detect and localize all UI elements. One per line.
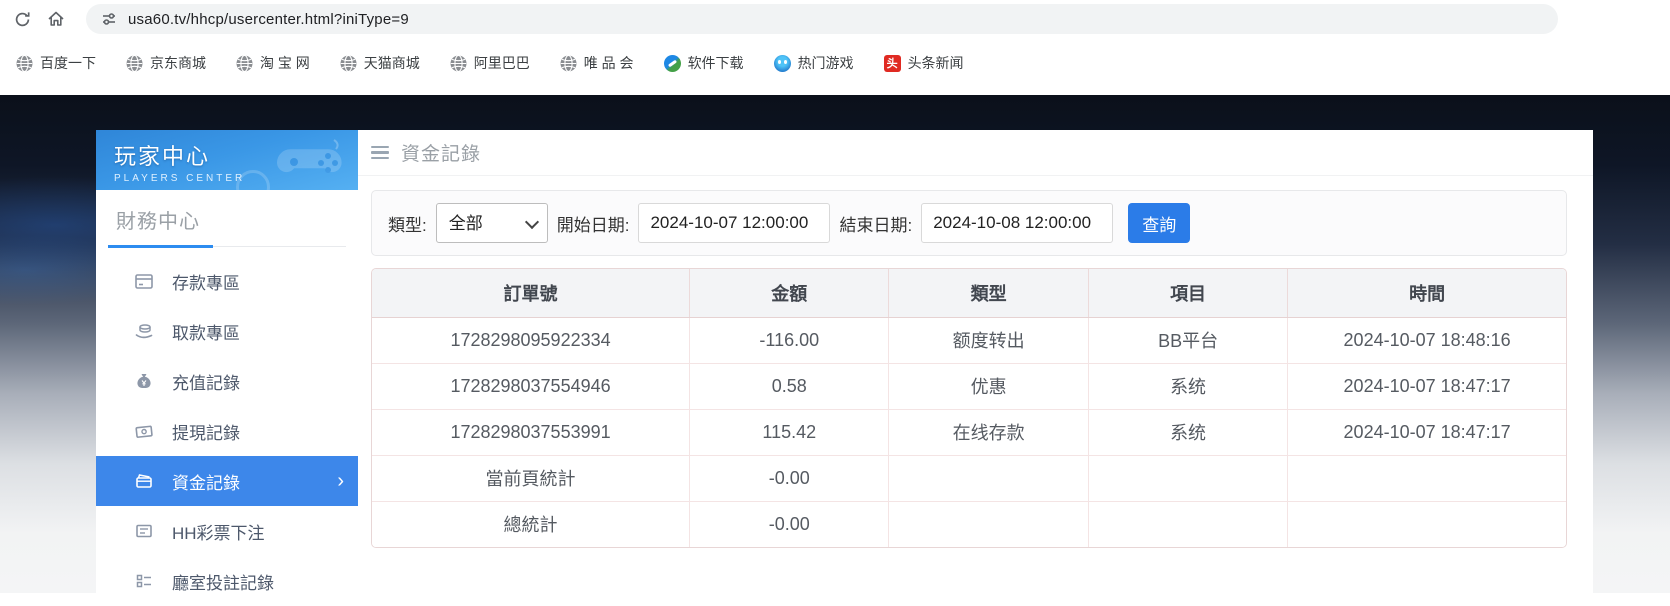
start-date-input[interactable] — [638, 203, 830, 243]
home-icon — [46, 9, 66, 29]
column-header-order-no: 訂單號 — [372, 269, 690, 317]
sidebar-item-withdraw-zone[interactable]: 取款專區 — [96, 306, 358, 356]
bookmark-hot-games[interactable]: 热门游戏 — [774, 53, 854, 73]
sidebar-item-recharge-records[interactable]: 充值記錄 — [96, 356, 358, 406]
table-row: 1728298095922334 -116.00 额度转出 BB平台 2024-… — [372, 317, 1566, 363]
bookmark-toutiao[interactable]: 头 头条新闻 — [884, 53, 964, 73]
cell-item: 系统 — [1088, 409, 1287, 455]
browser-toolbar: usa60.tv/hhcp/usercenter.html?iniType=9 — [0, 0, 1670, 38]
cell-order-no: 1728298037554946 — [372, 363, 690, 409]
globe-icon — [340, 55, 357, 72]
cell-time: 2024-10-07 18:47:17 — [1288, 363, 1566, 409]
cell-amount: 115.42 — [690, 409, 889, 455]
filter-bar: 類型: 全部 開始日期: 結束日期: 查詢 — [371, 190, 1567, 256]
table-row: 1728298037553991 115.42 在线存款 系统 2024-10-… — [372, 409, 1566, 455]
bookmark-alibaba[interactable]: 阿里巴巴 — [450, 53, 530, 73]
reload-button[interactable] — [10, 7, 34, 31]
column-header-time: 時間 — [1288, 269, 1566, 317]
bookmarks-bar: 百度一下 京东商城 淘 宝 网 天猫商城 阿里巴巴 唯 品 会 软件下载 热门 — [0, 40, 1670, 86]
menu-toggle-icon[interactable] — [371, 146, 389, 160]
table-row: 1728298037554946 0.58 优惠 系统 2024-10-07 1… — [372, 363, 1566, 409]
type-label: 類型: — [388, 211, 427, 236]
globe-icon — [16, 55, 33, 72]
software-download-icon — [664, 55, 681, 72]
cell-time: 2024-10-07 18:48:16 — [1288, 317, 1566, 363]
section-label: 財務中心 — [116, 211, 200, 233]
globe-icon — [560, 55, 577, 72]
hand-money-icon — [134, 321, 154, 341]
site-settings-icon — [100, 10, 118, 28]
home-button[interactable] — [44, 7, 68, 31]
content-panel: 玩家中心 PLAYERS CENTER 財務中心 存款專區 — [96, 130, 1593, 593]
sidebar-item-withdrawal-records[interactable]: 提現記錄 — [96, 406, 358, 456]
funds-table: 訂單號 金額 類型 項目 時間 1728298095922334 -116.00… — [371, 268, 1567, 548]
type-select[interactable]: 全部 — [436, 203, 548, 243]
cell-type: 额度转出 — [889, 317, 1088, 363]
cell-order-no: 1728298037553991 — [372, 409, 690, 455]
page-background: 玩家中心 PLAYERS CENTER 財務中心 存款專區 — [0, 95, 1670, 593]
start-date-label: 開始日期: — [557, 211, 630, 236]
players-center-header: 玩家中心 PLAYERS CENTER — [96, 130, 358, 190]
sidebar-item-hall-bet-records[interactable]: 廳室投註記錄 — [96, 556, 358, 606]
bookmark-taobao[interactable]: 淘 宝 网 — [236, 53, 310, 73]
cell-time: 2024-10-07 18:47:17 — [1288, 409, 1566, 455]
hot-games-icon — [774, 55, 791, 72]
column-header-type: 類型 — [889, 269, 1088, 317]
deposit-window-icon — [134, 271, 154, 291]
type-select-wrap: 全部 — [436, 203, 548, 243]
cell-type: 在线存款 — [889, 409, 1088, 455]
sidebar: 玩家中心 PLAYERS CENTER 財務中心 存款專區 — [96, 130, 358, 593]
gamepad-icon — [272, 136, 350, 188]
banknote-icon — [134, 421, 154, 441]
page-header: 資金記錄 — [358, 130, 1593, 176]
cell-item: 系统 — [1088, 363, 1287, 409]
sidebar-section-finance: 財務中心 — [108, 190, 346, 247]
page-title: 資金記錄 — [401, 139, 481, 166]
bookmark-jd[interactable]: 京东商城 — [126, 53, 206, 73]
sidebar-item-hh-lottery-bets[interactable]: HH彩票下注 — [96, 506, 358, 556]
sidebar-item-funds-records[interactable]: 資金記錄 › — [96, 456, 358, 506]
main-content: 資金記錄 類型: 全部 開始日期: 結束日期: 查詢 — [358, 130, 1593, 593]
sidebar-menu: 存款專區 取款專區 充值記錄 提現記錄 資金記錄 › — [96, 256, 358, 606]
bookmark-baidu[interactable]: 百度一下 — [16, 53, 96, 73]
cell-page-total-amount: -0.00 — [690, 455, 889, 501]
url-text: usa60.tv/hhcp/usercenter.html?iniType=9 — [128, 11, 409, 28]
cell-grand-total-amount: -0.00 — [690, 501, 889, 547]
cell-amount: 0.58 — [690, 363, 889, 409]
bookmark-software-download[interactable]: 软件下载 — [664, 53, 744, 73]
wallet-cards-icon — [134, 471, 154, 491]
globe-icon — [450, 55, 467, 72]
bookmark-vip[interactable]: 唯 品 会 — [560, 53, 634, 73]
table-row-grand-total: 總統計 -0.00 — [372, 501, 1566, 547]
money-bag-icon — [134, 371, 154, 391]
ticket-list-icon — [134, 521, 154, 541]
toutiao-news-icon: 头 — [884, 55, 901, 72]
globe-icon — [236, 55, 253, 72]
cell-item: BB平台 — [1088, 317, 1287, 363]
cell-grand-total-label: 總統計 — [372, 501, 690, 547]
cell-type: 优惠 — [889, 363, 1088, 409]
column-header-item: 項目 — [1088, 269, 1287, 317]
cell-order-no: 1728298095922334 — [372, 317, 690, 363]
bookmark-tmall[interactable]: 天猫商城 — [340, 53, 420, 73]
globe-icon — [126, 55, 143, 72]
reload-icon — [13, 10, 32, 29]
list-items-icon — [134, 571, 154, 591]
table-row-page-total: 當前頁統計 -0.00 — [372, 455, 1566, 501]
address-bar[interactable]: usa60.tv/hhcp/usercenter.html?iniType=9 — [86, 4, 1558, 34]
column-header-amount: 金額 — [690, 269, 889, 317]
table-header: 訂單號 金額 類型 項目 時間 — [372, 269, 1566, 317]
browser-chrome: usa60.tv/hhcp/usercenter.html?iniType=9 … — [0, 0, 1670, 95]
search-button[interactable]: 查詢 — [1128, 203, 1190, 243]
chevron-right-icon: › — [337, 471, 344, 491]
cell-page-total-label: 當前頁統計 — [372, 455, 690, 501]
end-date-input[interactable] — [921, 203, 1113, 243]
cell-amount: -116.00 — [690, 317, 889, 363]
end-date-label: 結束日期: — [839, 211, 912, 236]
sidebar-item-deposit-zone[interactable]: 存款專區 — [96, 256, 358, 306]
